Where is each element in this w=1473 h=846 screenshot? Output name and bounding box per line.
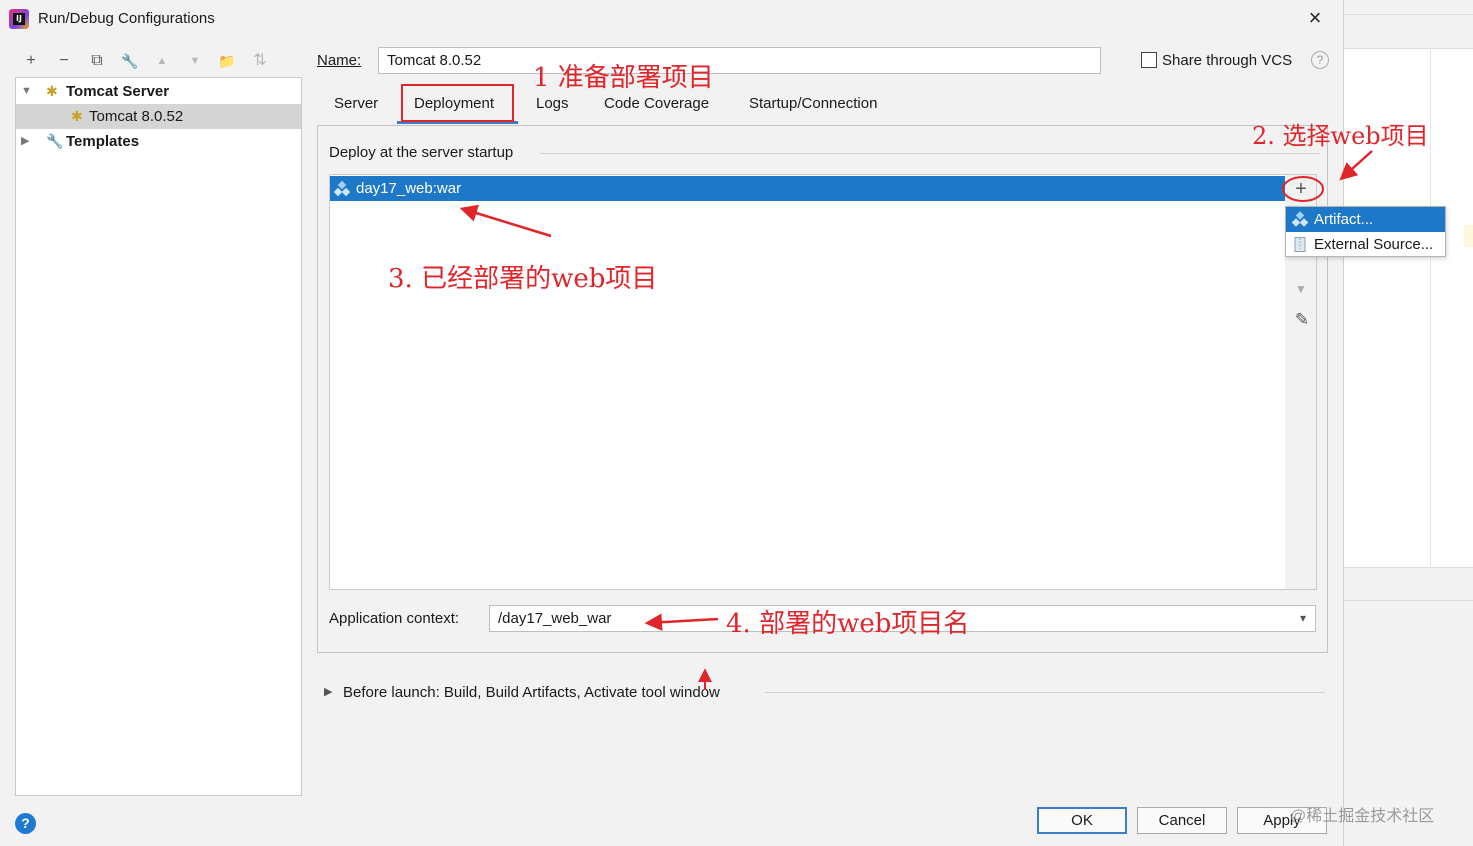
divider xyxy=(765,692,1325,693)
tree-item-templates[interactable]: ▶ 🔧 Templates xyxy=(16,129,301,154)
wrench-icon[interactable]: 🔧 xyxy=(119,50,141,72)
help-icon[interactable]: ? xyxy=(1311,51,1329,69)
annotation-step2: 2. 选择web项目 xyxy=(1252,122,1429,150)
remove-configuration-button[interactable]: − xyxy=(53,50,75,72)
tab-logs[interactable]: Logs xyxy=(536,95,569,112)
share-vcs-checkbox[interactable] xyxy=(1141,52,1157,68)
cancel-button[interactable]: Cancel xyxy=(1137,807,1227,834)
tree-item-tomcat-server[interactable]: ▼ ✱ Tomcat Server xyxy=(16,79,301,104)
name-input[interactable]: Tomcat 8.0.52 xyxy=(378,47,1101,74)
menu-item-label: Artifact... xyxy=(1314,211,1374,228)
artifact-icon xyxy=(1292,211,1308,227)
move-down-icon[interactable]: ▼ xyxy=(1292,280,1310,298)
divider xyxy=(540,153,1320,154)
wrench-icon: 🔧 xyxy=(46,133,64,149)
menu-item-external-source[interactable]: External Source... xyxy=(1286,232,1445,257)
chevron-right-icon[interactable]: ▶ xyxy=(21,129,29,154)
before-launch-label[interactable]: Before launch: Build, Build Artifacts, A… xyxy=(343,684,720,701)
ok-button[interactable]: OK xyxy=(1037,807,1127,834)
add-deployment-button[interactable]: + xyxy=(1290,178,1312,200)
add-configuration-button[interactable]: + xyxy=(20,50,42,72)
archive-icon xyxy=(1294,237,1306,252)
tab-server[interactable]: Server xyxy=(334,95,378,112)
folder-icon[interactable]: 📁 xyxy=(216,50,238,72)
configuration-tree: ▼ ✱ Tomcat Server ✱ Tomcat 8.0.52 ▶ 🔧 Te… xyxy=(15,77,302,796)
chevron-down-icon[interactable]: ▾ xyxy=(1293,605,1313,632)
list-item[interactable]: day17_web:war xyxy=(330,176,1285,201)
tomcat-icon: ✱ xyxy=(71,108,83,124)
share-vcs-label[interactable]: Share through VCS xyxy=(1162,52,1292,69)
move-up-button[interactable]: ▲ xyxy=(151,50,173,72)
sort-button[interactable]: ⇅ xyxy=(249,50,271,72)
run-debug-dialog: IJ Run/Debug Configurations × + − ⧉ 🔧 ▲ … xyxy=(0,0,1446,846)
dialog-title: Run/Debug Configurations xyxy=(38,10,215,27)
deployment-list[interactable] xyxy=(329,174,1287,590)
help-button[interactable]: ? xyxy=(15,813,36,834)
tab-startup-connection[interactable]: Startup/Connection xyxy=(749,95,877,112)
tree-item-tomcat-8-0-52[interactable]: ✱ Tomcat 8.0.52 xyxy=(16,104,301,129)
tab-code-coverage[interactable]: Code Coverage xyxy=(604,95,709,112)
menu-item-label: External Source... xyxy=(1314,236,1434,253)
intellij-logo-icon: IJ xyxy=(9,9,29,29)
annotation-box-deployment xyxy=(401,84,514,122)
tree-item-label: Templates xyxy=(66,133,140,150)
artifact-icon xyxy=(334,181,350,197)
divider xyxy=(1344,14,1473,15)
tomcat-icon: ✱ xyxy=(46,83,58,99)
application-context-label: Application context: xyxy=(329,610,460,627)
divider xyxy=(1344,600,1473,601)
tree-item-label: Tomcat Server xyxy=(66,83,170,100)
annotation-step3: 3. 已经部署的web项目 xyxy=(388,264,658,294)
background-highlight xyxy=(1464,225,1473,247)
name-label: Name: xyxy=(317,52,362,69)
add-deployment-popup: Artifact... External Source... xyxy=(1285,206,1446,257)
chevron-down-icon[interactable]: ▼ xyxy=(21,79,32,104)
close-icon[interactable]: × xyxy=(1302,4,1328,32)
deploy-section-label: Deploy at the server startup xyxy=(329,144,514,161)
annotation-step4: 4. 部署的web项目名 xyxy=(726,609,970,639)
menu-item-artifact[interactable]: Artifact... xyxy=(1286,207,1445,232)
pencil-icon[interactable]: ✎ xyxy=(1292,310,1312,330)
divider xyxy=(1430,48,1431,568)
chevron-right-icon[interactable]: ▶ xyxy=(324,685,332,698)
tree-item-label: Tomcat 8.0.52 xyxy=(89,108,184,125)
watermark: @稀土掘金技术社区 xyxy=(1290,808,1435,825)
annotation-step1: 1 准备部署项目 xyxy=(533,63,714,93)
move-down-button[interactable]: ▼ xyxy=(184,50,206,72)
copy-configuration-button[interactable]: ⧉ xyxy=(86,50,108,72)
